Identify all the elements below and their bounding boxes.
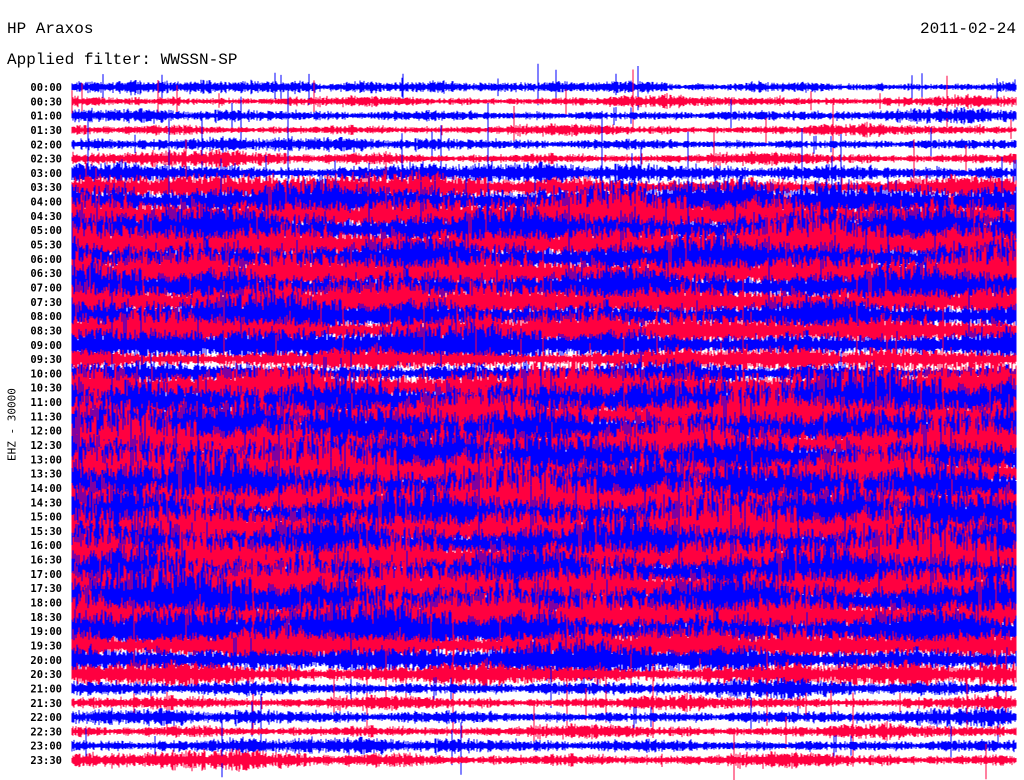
time-tick-label: 04:30 [30,211,62,223]
time-tick-label: 18:30 [30,612,62,624]
seismic-trace-0130 [71,98,1017,159]
time-tick-label: 08:00 [30,311,62,323]
time-tick-label: 14:00 [30,483,62,495]
time-tick-label: 05:00 [30,225,62,237]
time-tick-label: 00:00 [30,82,62,94]
helicorder-plot: 00:00 00:30 01:00 01:30 02:00 02:30 03:00 03:30… [30,63,1017,780]
time-tick-label: 02:30 [30,154,62,166]
time-tick-label: 06:30 [30,268,62,280]
time-tick-label: 06:00 [30,254,62,266]
time-tick-label: 10:30 [30,383,62,395]
time-tick-label: 15:00 [30,512,62,524]
time-tick-label: 08:30 [30,325,62,337]
time-tick-label: 10:00 [30,368,62,380]
time-tick-label: 16:00 [30,540,62,552]
seismic-trace-0030 [71,69,1017,131]
time-tick-label: 22:00 [30,712,62,724]
time-tick-label: 18:00 [30,598,62,610]
time-tick-label: 21:30 [30,698,62,710]
time-tick-label: 03:00 [30,168,62,180]
time-tick-label: 23:00 [30,741,62,753]
time-tick-label: 22:30 [30,726,62,738]
time-tick-label: 04:00 [30,197,62,209]
time-tick-label: 01:00 [30,111,62,123]
time-tick-label: 23:30 [30,755,62,767]
time-tick-label: 02:00 [30,139,62,151]
time-tick-label: 14:30 [30,497,62,509]
time-tick-label: 11:00 [30,397,62,409]
time-tick-label: 09:00 [30,340,62,352]
time-tick-label: 07:30 [30,297,62,309]
time-tick-label: 17:00 [30,569,62,581]
time-tick-label: 03:30 [30,182,62,194]
time-tick-label: 11:30 [30,411,62,423]
time-tick-label: 12:00 [30,426,62,438]
time-tick-label: 00:30 [30,96,62,108]
time-tick-label: 01:30 [30,125,62,137]
time-tick-label: 15:30 [30,526,62,538]
time-tick-label: 12:30 [30,440,62,452]
time-tick-label: 05:30 [30,240,62,252]
time-tick-label: 16:30 [30,555,62,567]
time-tick-label: 19:00 [30,626,62,638]
time-tick-label: 09:30 [30,354,62,366]
time-tick-label: 20:00 [30,655,62,667]
seismic-trace-0000 [71,63,1017,111]
time-tick-label: 19:30 [30,640,62,652]
time-tick-label: 17:30 [30,583,62,595]
time-tick-label: 20:30 [30,669,62,681]
time-tick-label: 21:00 [30,683,62,695]
seismic-trace-0200 [71,116,1017,173]
time-tick-label: 07:00 [30,282,62,294]
time-tick-label: 13:00 [30,454,62,466]
time-tick-label: 13:30 [30,469,62,481]
